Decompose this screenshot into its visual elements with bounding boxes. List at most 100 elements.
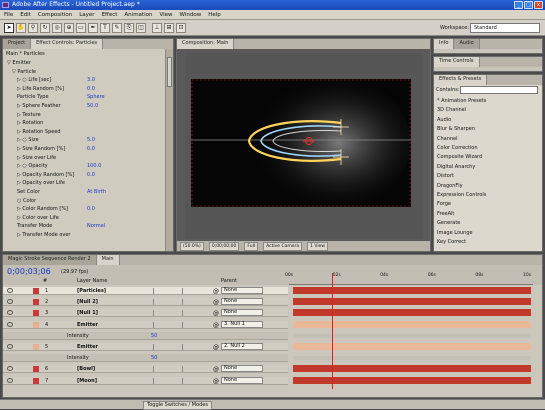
effects-category-item[interactable]: Forge xyxy=(437,200,451,208)
effect-property-value[interactable]: Normal xyxy=(87,222,105,230)
layer-row[interactable]: 4 Emitter @3. Null 1 xyxy=(3,320,288,330)
eye-icon[interactable] xyxy=(7,377,13,383)
layer-name[interactable]: [Null 1] xyxy=(77,309,98,317)
layer-row[interactable]: 7 [Moon] @ None xyxy=(3,376,288,385)
resolution-select[interactable]: Full xyxy=(244,241,259,251)
effects-category-item[interactable]: Image Lounge xyxy=(437,229,473,237)
local-axis-mode-icon[interactable]: ⊥ xyxy=(152,23,162,33)
selection-tool-icon[interactable]: ➤ xyxy=(4,23,14,33)
layer-switches[interactable] xyxy=(153,310,183,317)
effect-property-row[interactable]: ▷ Opacity Random [%] 0.0 xyxy=(17,171,95,179)
effect-property-row[interactable]: ▷ Life Random [%] 0.0 xyxy=(17,85,95,93)
effect-property-row[interactable]: Transfer Mode Normal xyxy=(17,222,105,230)
effect-property-value[interactable]: 5.0 xyxy=(87,136,95,144)
current-time-display[interactable]: 0;00;00;00 xyxy=(208,241,240,251)
effects-category-item[interactable]: Blur & Sharpen xyxy=(437,125,475,133)
layer-row[interactable]: 2 [Null 2] @ None xyxy=(3,298,288,307)
effect-property-value[interactable]: 0.0 xyxy=(87,171,95,179)
effect-property-row[interactable]: ▷ Rotation Speed xyxy=(17,128,61,136)
parent-select[interactable]: None xyxy=(221,365,263,373)
layer-switches[interactable] xyxy=(153,344,183,350)
text-tool-icon[interactable]: T xyxy=(100,23,110,33)
layer-switches[interactable] xyxy=(153,288,183,294)
menu-help[interactable]: Help xyxy=(208,12,221,18)
layer-property-row[interactable]: Intensity 50 xyxy=(3,354,288,363)
effect-property-row[interactable]: Particle Type Sphere xyxy=(17,93,105,101)
menu-layer[interactable]: Layer xyxy=(79,12,94,18)
layer-name[interactable]: [Bowl] xyxy=(77,365,95,373)
close-button[interactable]: x xyxy=(534,1,543,9)
effect-property-row[interactable]: ▷ ○ Size 5.0 xyxy=(17,136,95,144)
label-color-swatch[interactable] xyxy=(33,310,39,317)
layer-switches[interactable] xyxy=(153,377,183,384)
layer-duration-bar[interactable] xyxy=(293,365,531,373)
effect-property-row[interactable]: ▷ Size over Life xyxy=(17,154,56,162)
view-axis-mode-icon[interactable]: ⊡ xyxy=(176,23,186,33)
layer-row[interactable]: 6 [Bowl] @ None xyxy=(3,365,288,374)
effect-property-row[interactable]: ▷ Color Random [%] 0.0 xyxy=(17,205,95,213)
effect-property-row[interactable]: Set Color At Birth xyxy=(17,188,106,196)
pickwhip-icon[interactable]: @ xyxy=(213,322,219,330)
pickwhip-icon[interactable]: @ xyxy=(213,299,219,307)
effect-property-row[interactable]: ▷ Rotation xyxy=(17,119,43,127)
time-ruler[interactable]: 00s 02s 04s 06s 08s 10s xyxy=(285,273,533,285)
layer-row[interactable]: 5 Emitter @2. Null 2 xyxy=(3,343,288,351)
clone-stamp-tool-icon[interactable]: ⎘ xyxy=(124,23,134,33)
layer-name[interactable]: [Null 2] xyxy=(77,298,98,306)
parent-select[interactable]: None xyxy=(221,309,263,317)
effect-property-row[interactable]: ▽ Particle xyxy=(12,68,36,76)
effect-property-row[interactable]: ▷ Opacity over Life xyxy=(17,179,65,187)
pan-behind-tool-icon[interactable]: ⊕ xyxy=(64,23,74,33)
layer-switches[interactable] xyxy=(153,299,183,306)
tab-composition[interactable]: Composition: Main xyxy=(177,39,235,49)
menu-composition[interactable]: Composition xyxy=(38,12,72,18)
view-layout-select[interactable]: 1 View xyxy=(307,241,329,251)
effect-controls-scrollbar[interactable] xyxy=(165,49,173,251)
effect-property-value[interactable]: 0.0 xyxy=(87,205,95,213)
label-color-swatch[interactable] xyxy=(33,377,39,384)
tab-effect-controls[interactable]: Effect Controls: Particles xyxy=(31,39,104,49)
effects-category-item[interactable]: 3D Channel xyxy=(437,106,466,114)
layer-name[interactable]: Intensity xyxy=(67,332,89,340)
eye-icon[interactable] xyxy=(7,288,13,293)
effects-category-item[interactable]: Channel xyxy=(437,135,458,143)
effects-category-item[interactable]: Composite Wizard xyxy=(437,153,482,161)
layer-switches[interactable] xyxy=(153,366,183,373)
property-value[interactable]: 50 xyxy=(151,354,157,362)
parent-select[interactable]: None xyxy=(221,287,263,294)
pickwhip-icon[interactable]: @ xyxy=(213,310,219,318)
layer-duration-bar[interactable] xyxy=(293,298,531,306)
effects-category-item[interactable]: Distort xyxy=(437,172,454,180)
layer-row[interactable]: 3 [Null 1] @ None xyxy=(3,309,288,318)
layer-duration-bar[interactable] xyxy=(293,287,531,294)
parent-select[interactable]: None xyxy=(221,376,263,384)
zoom-tool-icon[interactable]: ⚲ xyxy=(28,23,38,33)
layer-duration-bar[interactable] xyxy=(293,343,531,350)
parent-select[interactable]: None xyxy=(221,298,263,306)
world-axis-mode-icon[interactable]: ⊞ xyxy=(164,23,174,33)
pickwhip-icon[interactable]: @ xyxy=(213,288,219,296)
camera-select[interactable]: Active Camera xyxy=(263,241,303,251)
rectangle-mask-tool-icon[interactable]: ▭ xyxy=(76,23,86,33)
effects-category-item[interactable]: Audio xyxy=(437,116,451,124)
effect-property-value[interactable]: 50.0 xyxy=(87,102,98,110)
timeline-timecode[interactable]: 0;00;03;06 xyxy=(7,267,51,276)
menu-file[interactable]: File xyxy=(4,12,13,18)
eye-icon[interactable] xyxy=(7,344,13,349)
layer-name[interactable]: Intensity xyxy=(67,354,89,362)
brush-tool-icon[interactable]: ✎ xyxy=(112,23,122,33)
parent-select[interactable]: 2. Null 2 xyxy=(221,343,263,350)
layer-property-row[interactable]: Intensity 50 xyxy=(3,331,288,340)
tab-magic-stroke[interactable]: Magic Stroke Sequence Render 2 xyxy=(3,255,97,265)
tab-main-timeline[interactable]: Main xyxy=(96,255,120,265)
effect-property-value[interactable]: At Birth xyxy=(87,188,106,196)
parent-select[interactable]: 3. Null 1 xyxy=(221,320,263,328)
eraser-tool-icon[interactable]: ◫ xyxy=(136,23,146,33)
current-time-indicator[interactable] xyxy=(332,273,334,389)
layer-row[interactable]: 1 [Particles] @ None xyxy=(3,287,288,295)
layer-duration-bar[interactable] xyxy=(293,309,531,317)
menu-edit[interactable]: Edit xyxy=(20,12,31,18)
label-color-swatch[interactable] xyxy=(33,321,39,328)
minimize-button[interactable]: _ xyxy=(514,1,523,9)
effects-category-item[interactable]: FreeAlt xyxy=(437,210,454,218)
